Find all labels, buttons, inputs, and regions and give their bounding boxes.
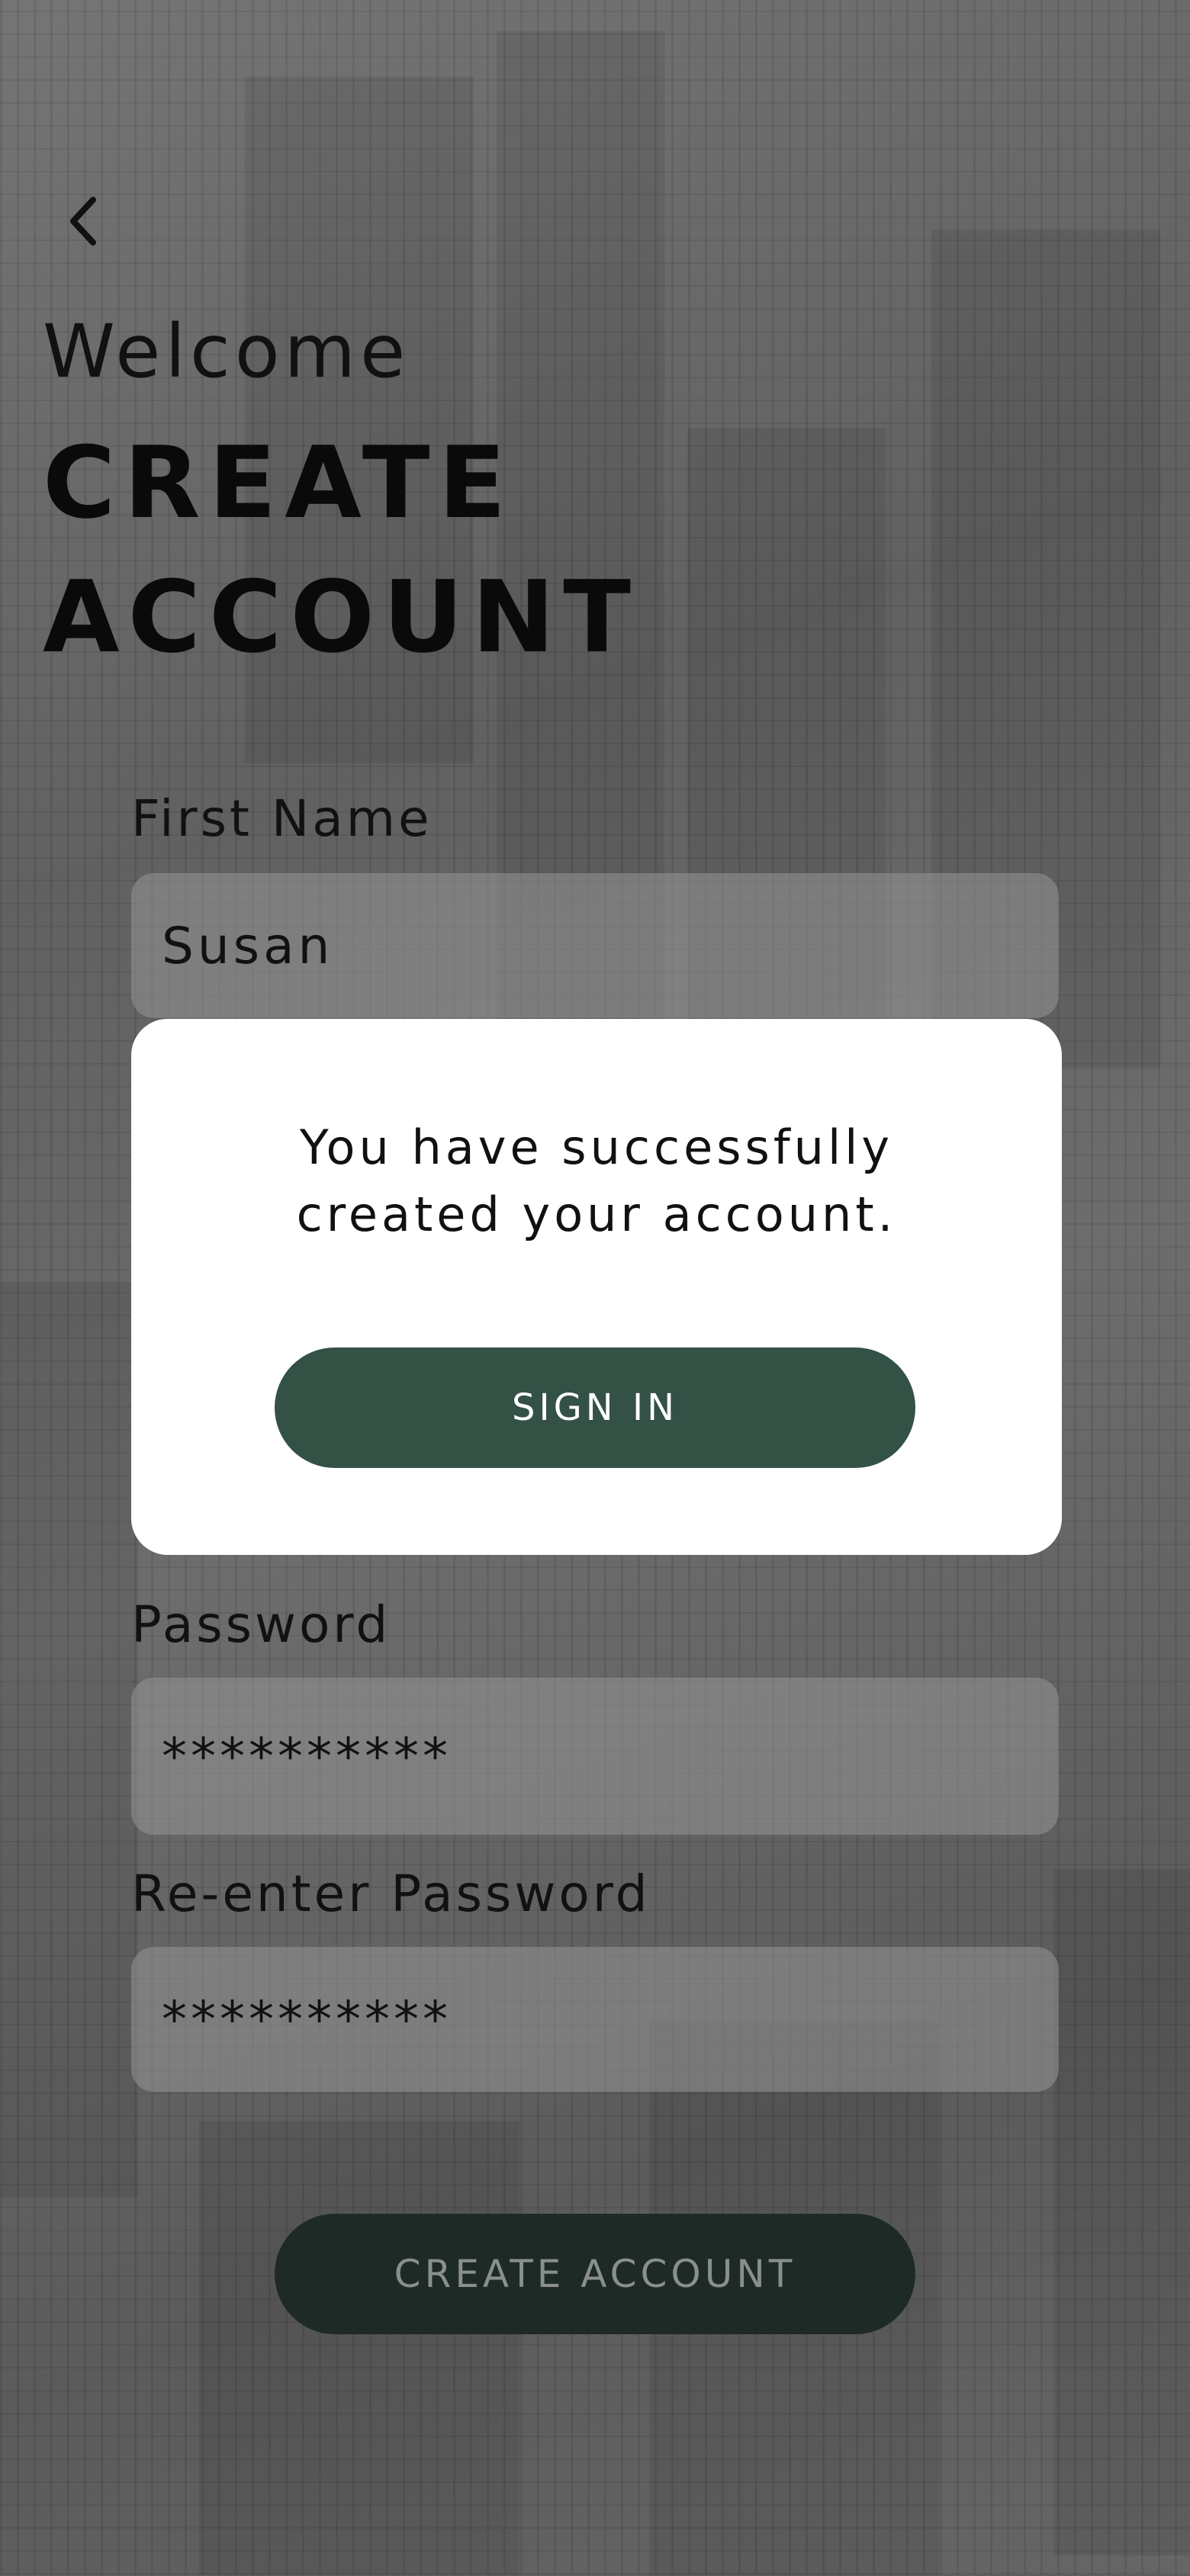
password-field[interactable]: ********** — [131, 1678, 1059, 1835]
reenter-password-field[interactable]: ********** — [131, 1947, 1059, 2092]
title-line-1: CREATE — [43, 425, 515, 541]
page-title: CREATE ACCOUNT — [43, 416, 639, 684]
first-name-label: First Name — [131, 789, 433, 848]
success-message: You have successfully created your accou… — [131, 1114, 1062, 1248]
reenter-password-label: Re-enter Password — [131, 1865, 651, 1923]
building-shape — [1053, 1868, 1190, 2556]
building-shape — [0, 1281, 139, 2198]
reenter-password-value: ********** — [162, 1990, 452, 2049]
title-line-2: ACCOUNT — [43, 559, 639, 675]
success-dialog: You have successfully created your accou… — [131, 1019, 1062, 1555]
first-name-field[interactable]: Susan — [131, 873, 1059, 1018]
password-label: Password — [131, 1595, 391, 1654]
back-button[interactable] — [61, 191, 107, 252]
sign-in-button[interactable]: SIGN IN — [275, 1347, 915, 1468]
password-value: ********** — [162, 1726, 452, 1786]
welcome-text: Welcome — [43, 309, 410, 394]
success-message-line-1: You have successfully — [299, 1119, 894, 1175]
first-name-value: Susan — [162, 916, 334, 975]
building-shape — [198, 2120, 520, 2576]
chevron-left-icon — [70, 197, 96, 246]
create-account-button[interactable]: CREATE ACCOUNT — [275, 2214, 915, 2334]
success-message-line-2: created your account. — [296, 1187, 897, 1242]
